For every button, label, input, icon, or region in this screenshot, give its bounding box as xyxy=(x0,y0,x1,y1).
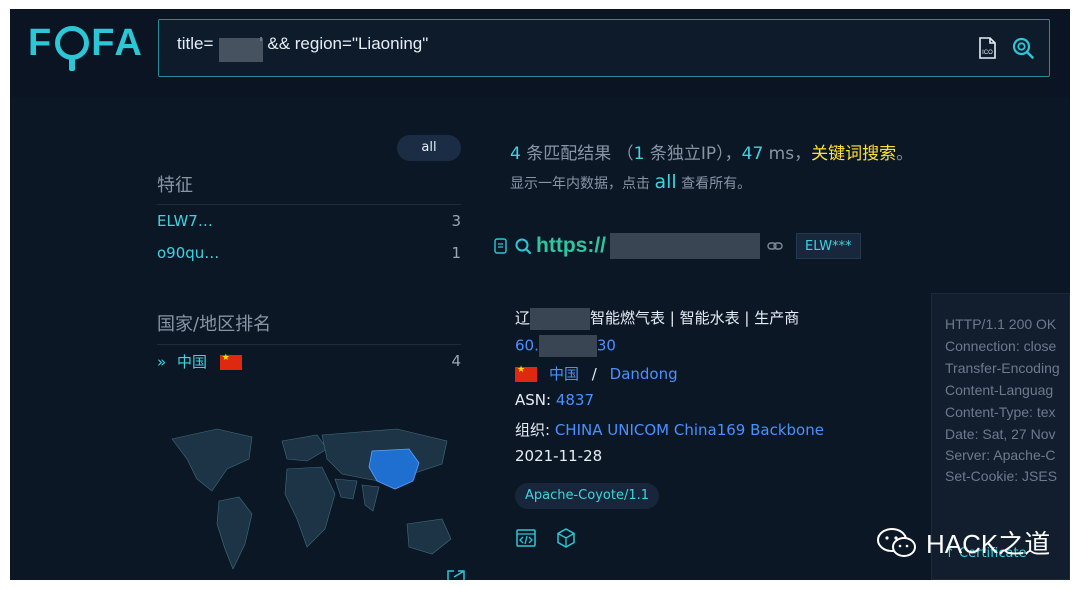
search-input[interactable]: title= ' && region="Liaoning" xyxy=(177,34,937,62)
result-count: 4 xyxy=(510,144,521,164)
country-title: 国家/地区排名 xyxy=(157,314,272,335)
keyword-suffix: 。 xyxy=(896,144,914,164)
show-all-link[interactable]: all xyxy=(654,171,676,193)
search-button[interactable] xyxy=(1010,35,1036,61)
query-suffix: ' && region="Liaoning" xyxy=(259,34,429,53)
expand-icon[interactable] xyxy=(446,569,466,580)
search-icon[interactable] xyxy=(514,237,532,255)
map-africa xyxy=(284,466,336,548)
asn-link[interactable]: 4837 xyxy=(556,391,594,409)
result-url-row: https:// ELW*** xyxy=(492,229,1052,263)
map-europe xyxy=(281,434,328,462)
ip-redaction xyxy=(538,335,597,357)
country-name: 中国 xyxy=(176,352,207,371)
location-separator: / xyxy=(591,365,597,383)
elapsed-ms-label: ms， xyxy=(763,144,812,164)
org-link[interactable]: CHINA UNICOM China169 Backbone xyxy=(555,421,824,439)
title-prefix: 辽 xyxy=(515,309,531,327)
result-date: 2021-11-28 xyxy=(515,447,603,465)
result-org: 组织: CHINA UNICOM China169 Backbone xyxy=(515,419,824,440)
china-flag-icon xyxy=(219,353,242,370)
feature-name: o90qu… xyxy=(157,244,220,262)
code-icon[interactable] xyxy=(515,527,537,549)
watermark: HACK之道 xyxy=(876,524,1050,561)
feature-item[interactable]: o90qu… 1 xyxy=(157,241,461,265)
asn-label: ASN: xyxy=(515,391,556,409)
logo-fa: FA xyxy=(91,21,144,64)
all-pill-button[interactable]: all xyxy=(397,135,461,161)
feature-count: 3 xyxy=(451,212,461,230)
country-link[interactable]: 中国 xyxy=(549,365,579,383)
country-entry: » 中国 xyxy=(157,351,242,372)
fofa-logo[interactable]: F FA xyxy=(28,21,144,71)
ico-file-icon: ICO xyxy=(979,37,996,59)
ip-suffix: 30 xyxy=(596,336,616,355)
svg-text:ICO: ICO xyxy=(982,50,993,56)
divider xyxy=(157,204,461,205)
map-india xyxy=(361,484,380,512)
http-line: Connection: close xyxy=(945,338,1057,354)
divider xyxy=(157,344,461,345)
country-item[interactable]: » 中国 4 xyxy=(157,349,461,373)
subline-suffix: 查看所有。 xyxy=(676,176,752,192)
world-map[interactable] xyxy=(157,419,461,580)
result-url-link[interactable]: https:// xyxy=(536,234,606,258)
http-line: HTTP/1.1 200 OK xyxy=(945,316,1057,332)
logo-f: F xyxy=(28,21,54,64)
elapsed-ms: 47 xyxy=(741,144,764,164)
product-tag[interactable]: ELW*** xyxy=(795,233,861,259)
country-count: 4 xyxy=(451,352,461,370)
logo-o-icon xyxy=(55,26,90,71)
http-line: Content-Type: tex xyxy=(945,404,1056,420)
copy-icon[interactable] xyxy=(492,237,510,255)
search-box[interactable]: title= ' && region="Liaoning" ICO xyxy=(158,19,1050,77)
unique-ip-count: 1 xyxy=(633,144,645,164)
subline-prefix: 显示一年内数据，点击 xyxy=(510,176,655,192)
server-tag[interactable]: Apache-Coyote/1.1 xyxy=(515,483,660,509)
wechat-icon xyxy=(877,527,916,557)
http-line: Set-Cookie: JSES xyxy=(945,468,1058,484)
ip-prefix: 60. xyxy=(515,336,539,355)
http-line: Content-Languag xyxy=(945,382,1054,398)
result-asn: ASN: 4837 xyxy=(515,391,594,409)
external-link-icon[interactable] xyxy=(766,237,784,255)
map-south-america xyxy=(216,496,253,570)
map-north-america xyxy=(171,428,253,492)
results-subline: 显示一年内数据，点击 all 查看所有。 xyxy=(510,171,751,193)
org-label: 组织: xyxy=(515,421,555,439)
result-ip[interactable]: 60. 30 xyxy=(515,335,616,357)
watermark-text: HACK之道 xyxy=(926,529,1051,559)
feature-name: ELW7… xyxy=(157,212,213,230)
features-title: 特征 xyxy=(157,175,193,196)
feature-count: 1 xyxy=(451,244,461,262)
result-count-label: 条匹配结果 （ xyxy=(520,144,634,164)
title-suffix: 智能燃气表 | 智能水表 | 生产商 xyxy=(590,309,800,327)
result-location: 中国 / Dandong xyxy=(515,363,678,384)
http-line: Transfer-Encoding xyxy=(945,360,1060,376)
query-prefix: title= xyxy=(177,34,214,53)
map-australia xyxy=(406,518,452,555)
chevrons-right-icon: » xyxy=(157,352,167,371)
top-bar: F FA title= ' && region="Liaoning" ICO xyxy=(10,9,1070,97)
title-redaction xyxy=(530,307,591,330)
map-middle-east xyxy=(334,478,358,500)
unique-ip-label: 条独立IP）， xyxy=(644,144,742,164)
results-summary: 4 条匹配结果 （1 条独立IP），47 ms，关键词搜索。 xyxy=(510,139,913,164)
city-link[interactable]: Dandong xyxy=(610,365,678,383)
map-china-highlight xyxy=(368,448,420,490)
url-redaction xyxy=(609,233,760,259)
result-title: 辽 智能燃气表 | 智能水表 | 生产商 xyxy=(515,307,799,330)
china-flag-icon xyxy=(515,365,537,382)
keyword-search-link[interactable]: 关键词搜索 xyxy=(811,144,896,164)
feature-item[interactable]: ELW7… 3 xyxy=(157,209,461,233)
http-line: Server: Apache-C xyxy=(945,447,1056,463)
http-line: Date: Sat, 27 Nov xyxy=(945,426,1056,442)
ico-search-button[interactable]: ICO xyxy=(974,35,1000,61)
app-frame: F FA title= ' && region="Liaoning" ICO a… xyxy=(10,9,1070,580)
search-icon xyxy=(1012,37,1034,59)
query-redaction xyxy=(219,38,263,62)
result-actions xyxy=(515,527,577,549)
cube-icon[interactable] xyxy=(555,527,577,549)
